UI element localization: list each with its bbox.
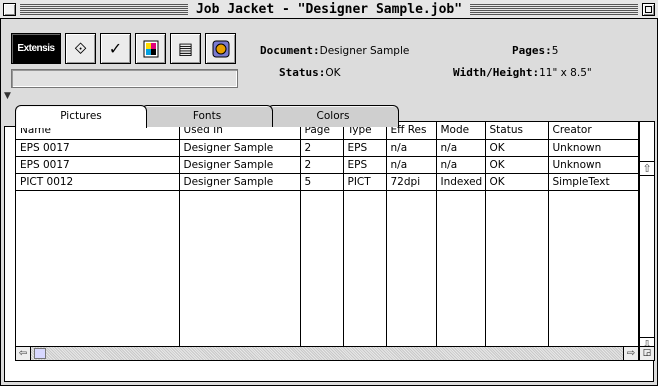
arrow-left-icon[interactable]: ⇦ xyxy=(16,347,31,360)
column-header-mode[interactable]: Mode xyxy=(436,122,486,140)
arrow-box-icon: ⟐ xyxy=(74,38,87,58)
cell-eff-res: 72dpi xyxy=(386,173,437,191)
grow-box-icon[interactable]: ◲ xyxy=(639,346,655,361)
column-header-status[interactable]: Status xyxy=(485,122,549,140)
document-value: Designer Sample xyxy=(319,45,410,57)
cell-page: 2 xyxy=(300,156,344,174)
cell-page: 2 xyxy=(300,139,344,157)
status-info: Status:OK xyxy=(279,66,341,79)
cell-type: EPS xyxy=(343,156,387,174)
table-row[interactable]: EPS 0017 Designer Sample 2 EPS n/a n/a O… xyxy=(16,156,638,174)
column-header-creator[interactable]: Creator xyxy=(548,122,638,140)
document-info: Document:Designer Sample xyxy=(260,44,409,57)
empty-cell xyxy=(16,190,180,346)
cell-status: OK xyxy=(485,156,549,174)
arrow-right-icon[interactable]: ⇨ xyxy=(623,347,638,360)
status-field xyxy=(11,69,238,88)
cell-creator: SimpleText xyxy=(548,173,638,191)
pictures-table[interactable]: Name Used In Page Type Eff Res Mode Stat… xyxy=(15,121,639,347)
cell-eff-res: n/a xyxy=(386,139,437,157)
color-button[interactable] xyxy=(135,33,166,64)
report-icon: ▤ xyxy=(177,39,194,58)
triangle-down-icon[interactable]: ▼ xyxy=(4,91,11,101)
pages-info: Pages:5 xyxy=(512,44,558,57)
tab-colors[interactable]: Colors xyxy=(267,105,399,127)
window-title: Job Jacket - "Designer Sample.job" xyxy=(187,2,471,17)
table-row[interactable]: PICT 0012 Designer Sample 5 PICT 72dpi I… xyxy=(16,173,638,191)
cell-type: EPS xyxy=(343,139,387,157)
title-bar[interactable]: Job Jacket - "Designer Sample.job" xyxy=(0,0,658,19)
empty-cell xyxy=(436,190,486,346)
cell-mode: n/a xyxy=(436,139,486,157)
cell-used-in: Designer Sample xyxy=(179,173,301,191)
table-row[interactable]: EPS 0017 Designer Sample 2 EPS n/a n/a O… xyxy=(16,139,638,157)
size-value: 11" x 8.5" xyxy=(539,67,592,79)
cell-used-in: Designer Sample xyxy=(179,156,301,174)
toolbar: Extensis ⟐ ✓ ▤ xyxy=(11,33,236,65)
zoom-box-icon[interactable] xyxy=(642,3,655,16)
check-button[interactable]: ✓ xyxy=(100,33,131,64)
tab-fonts[interactable]: Fonts xyxy=(141,105,273,127)
size-label: Width/Height: xyxy=(453,66,540,79)
scan-button[interactable] xyxy=(205,33,236,64)
window-title-wrap: Job Jacket - "Designer Sample.job" xyxy=(0,1,658,18)
cell-eff-res: n/a xyxy=(386,156,437,174)
color-document-icon xyxy=(143,40,158,57)
empty-cell xyxy=(485,190,549,346)
cell-creator: Unknown xyxy=(548,156,638,174)
collect-button[interactable]: ⟐ xyxy=(65,33,96,64)
cell-mode: n/a xyxy=(436,156,486,174)
cell-type: PICT xyxy=(343,173,387,191)
cell-creator: Unknown xyxy=(548,139,638,157)
empty-cell xyxy=(386,190,437,346)
status-value: OK xyxy=(325,67,341,79)
empty-cell xyxy=(343,190,387,346)
scroll-thumb[interactable] xyxy=(34,348,46,359)
tab-bar: Pictures Fonts Colors xyxy=(15,105,399,128)
empty-cell xyxy=(548,190,638,346)
vertical-scrollbar[interactable]: ⇧ ⇩ xyxy=(639,121,655,361)
extensis-button[interactable]: Extensis xyxy=(11,33,61,64)
cell-name: PICT 0012 xyxy=(16,173,180,191)
cell-name: EPS 0017 xyxy=(16,156,180,174)
report-button[interactable]: ▤ xyxy=(170,33,201,64)
pages-value: 5 xyxy=(551,45,559,57)
cell-mode: Indexed xyxy=(436,173,486,191)
cell-page: 5 xyxy=(300,173,344,191)
cell-used-in: Designer Sample xyxy=(179,139,301,157)
checkmark-icon: ✓ xyxy=(108,39,123,58)
cell-name: EPS 0017 xyxy=(16,139,180,157)
size-info: Width/Height:11" x 8.5" xyxy=(453,66,592,79)
horizontal-scrollbar[interactable]: ⇦ ⇨ xyxy=(15,346,639,361)
arrow-up-icon[interactable]: ⇧ xyxy=(640,161,654,176)
cell-status: OK xyxy=(485,139,549,157)
empty-cell xyxy=(300,190,344,346)
status-label: Status: xyxy=(279,66,326,79)
globe-icon xyxy=(212,40,229,57)
empty-cell xyxy=(179,190,301,346)
extensis-label: Extensis xyxy=(17,43,55,54)
tab-pictures[interactable]: Pictures xyxy=(15,105,147,128)
document-label: Document: xyxy=(260,44,320,57)
pages-label: Pages: xyxy=(512,44,552,57)
table-empty-area xyxy=(16,190,638,346)
cell-status: OK xyxy=(485,173,549,191)
